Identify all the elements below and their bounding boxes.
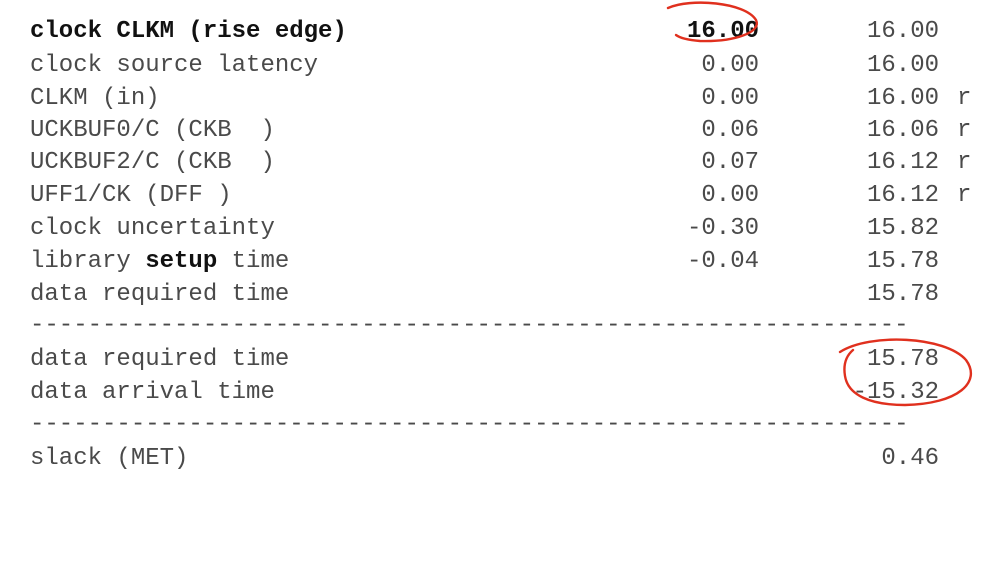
report-row: library setup time -0.04 15.78: [0, 246, 987, 278]
report-row: UCKBUF0/C (CKB ) 0.06 16.06 r: [0, 115, 987, 147]
row-incr: 16.00: [686, 18, 759, 45]
row-incr: 0.07: [701, 149, 759, 176]
row-flag: r: [957, 85, 972, 112]
row-path: 16.06: [866, 117, 939, 144]
row-path: 15.78: [866, 346, 939, 373]
report-row: clock source latency 0.00 16.00: [0, 50, 987, 82]
row-path: 16.00: [866, 18, 939, 45]
row-desc: clock source latency: [30, 52, 319, 79]
row-flag: r: [957, 149, 972, 176]
row-incr: 0.00: [701, 182, 759, 209]
desc-text: library: [30, 248, 146, 275]
separator: ----------------------------------------…: [30, 312, 909, 339]
slack-row: slack (MET) 0.46: [0, 443, 987, 475]
report-row: CLKM (in) 0.00 16.00 r: [0, 83, 987, 115]
summary-row: data required time 15.78: [0, 344, 987, 376]
row-desc: UCKBUF2/C (CKB ): [30, 149, 275, 176]
report-row: UCKBUF2/C (CKB ) 0.07 16.12 r: [0, 147, 987, 179]
row-desc: UCKBUF0/C (CKB ): [30, 117, 275, 144]
row-desc: clock CLKM (rise edge): [30, 18, 347, 45]
row-incr: 0.06: [701, 117, 759, 144]
row-desc: slack (MET): [30, 445, 189, 472]
report-row: data required time 15.78: [0, 279, 987, 311]
row-path: 15.78: [866, 281, 939, 308]
summary-row: data arrival time -15.32: [0, 377, 987, 409]
row-desc: UFF1/CK (DFF ): [30, 182, 232, 209]
row-path: 16.12: [866, 182, 939, 209]
row-path: 15.78: [866, 248, 939, 275]
row-path: 15.82: [866, 215, 939, 242]
timing-report: clock CLKM (rise edge) 16.00 16.00 clock…: [0, 0, 987, 498]
row-flag: r: [957, 182, 972, 209]
separator: ----------------------------------------…: [30, 411, 909, 438]
clock-edge-row: clock CLKM (rise edge) 16.00 16.00: [0, 16, 987, 48]
row-incr: -0.30: [686, 215, 759, 242]
report-row: UFF1/CK (DFF ) 0.00 16.12 r: [0, 180, 987, 212]
setup-keyword: setup: [145, 248, 218, 275]
row-path: 16.00: [866, 85, 939, 112]
row-path: 0.46: [881, 445, 939, 472]
row-desc: library setup time: [30, 246, 289, 278]
row-flag: r: [957, 117, 972, 144]
row-desc: data required time: [30, 281, 290, 308]
row-path: -15.32: [852, 379, 939, 406]
row-desc: data arrival time: [30, 379, 275, 406]
row-desc: clock uncertainty: [30, 215, 275, 242]
row-incr: 0.00: [701, 85, 759, 112]
row-desc: CLKM (in): [30, 85, 160, 112]
row-desc: data required time: [30, 346, 290, 373]
row-incr: -0.04: [686, 248, 759, 275]
desc-text: time: [217, 248, 290, 275]
row-incr: 0.00: [701, 52, 759, 79]
row-path: 16.00: [866, 52, 939, 79]
report-row: clock uncertainty -0.30 15.82: [0, 213, 987, 245]
row-path: 16.12: [866, 149, 939, 176]
